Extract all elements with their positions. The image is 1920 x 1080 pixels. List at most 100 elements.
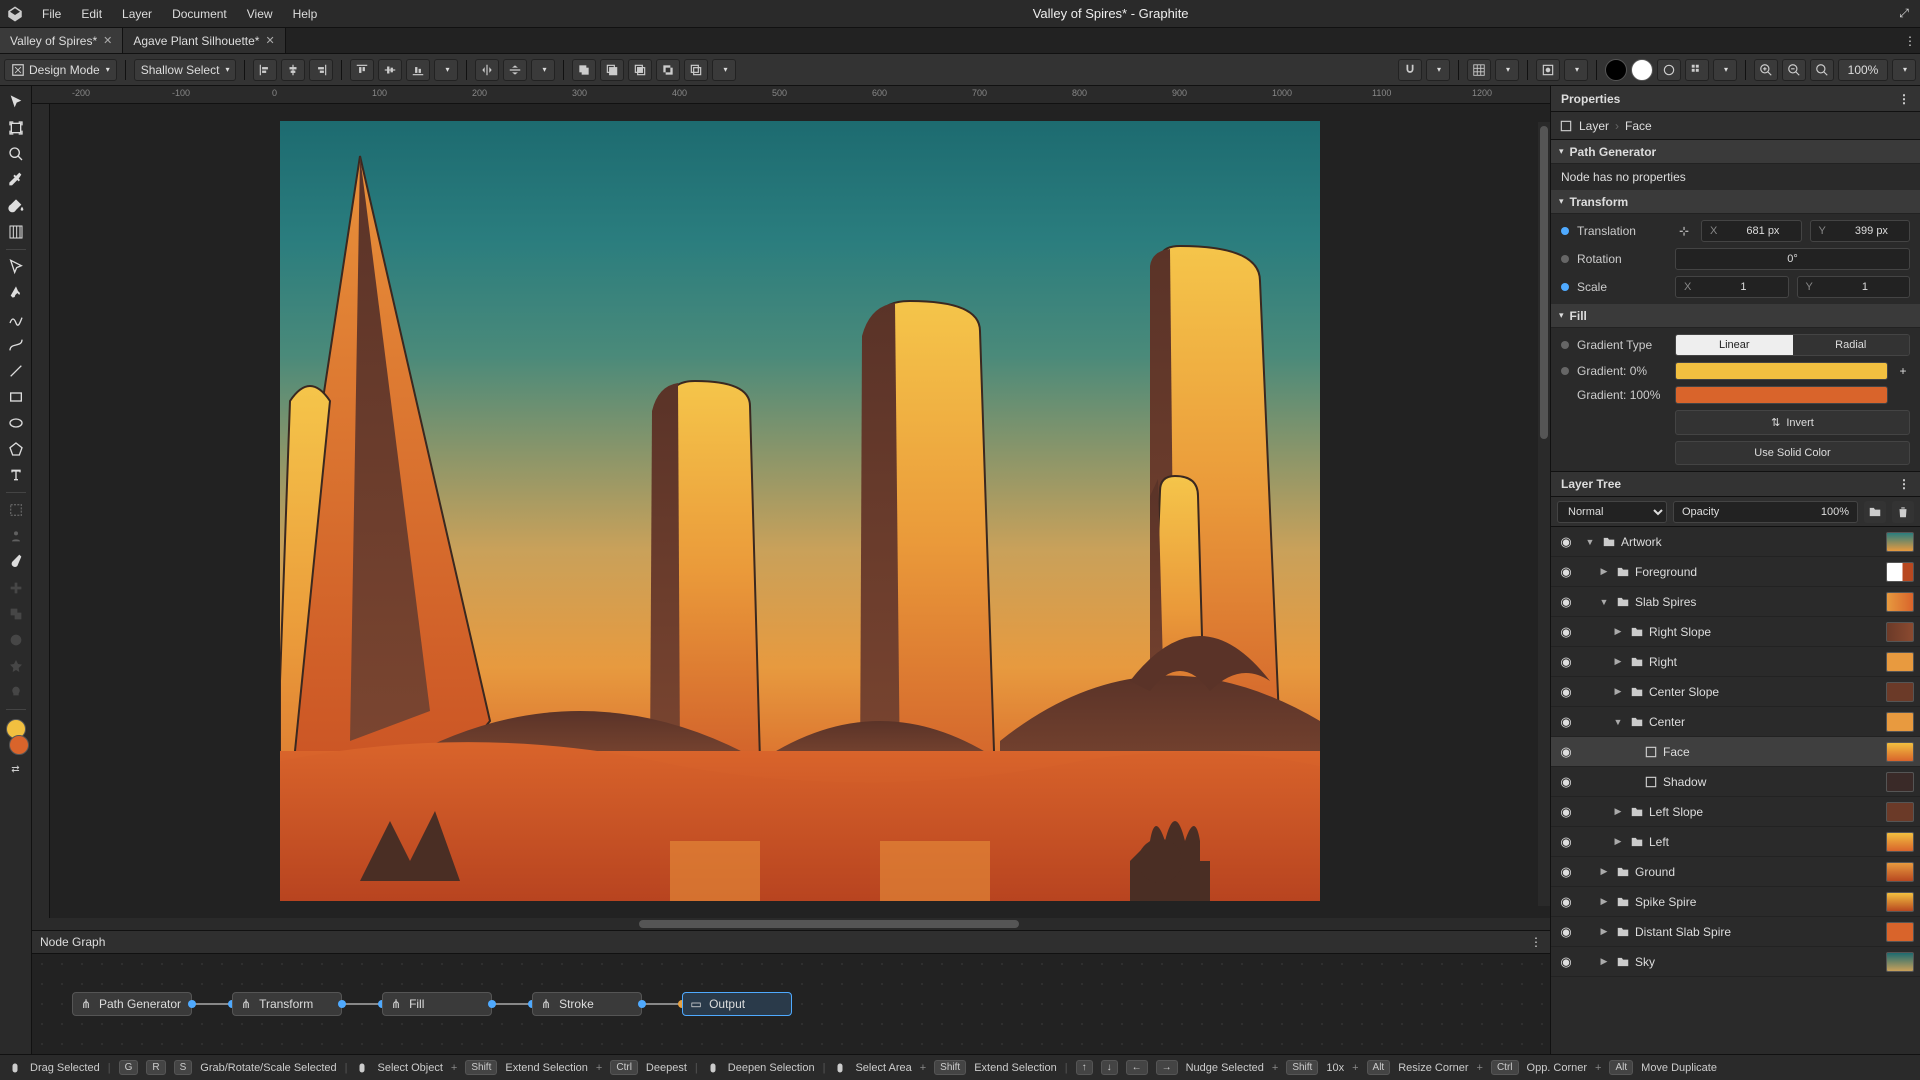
gradient-100-swatch[interactable] (1675, 386, 1888, 404)
visibility-icon[interactable]: ◉ (1557, 564, 1575, 580)
snapping-icon[interactable] (1398, 59, 1422, 81)
overlays-icon[interactable] (1536, 59, 1560, 81)
visibility-icon[interactable]: ◉ (1557, 594, 1575, 610)
layer-name[interactable]: Sky (1635, 955, 1878, 969)
visibility-icon[interactable]: ◉ (1557, 654, 1575, 670)
path-tool[interactable] (4, 255, 28, 279)
expand-icon[interactable]: ▶ (1611, 806, 1625, 817)
expand-icon[interactable]: ▶ (1611, 836, 1625, 847)
boolean-union-icon[interactable] (572, 59, 596, 81)
boolean-difference-icon[interactable] (656, 59, 680, 81)
align-bottom-icon[interactable] (406, 59, 430, 81)
node-transform[interactable]: ⋔Transform (232, 992, 342, 1016)
layer-name[interactable]: Center (1649, 715, 1878, 729)
image-tool[interactable] (4, 524, 28, 548)
breadcrumb-face[interactable]: Face (1625, 119, 1652, 133)
radial-option[interactable]: Radial (1793, 335, 1910, 355)
expand-icon[interactable]: ▶ (1611, 656, 1625, 667)
invert-button[interactable]: ⇅Invert (1675, 410, 1910, 435)
layer-row[interactable]: ◉▶Sky (1551, 947, 1920, 977)
vertical-scrollbar[interactable] (1538, 122, 1550, 906)
menu-layer[interactable]: Layer (112, 3, 162, 25)
select-mode-dropdown[interactable]: Shallow Select▾ (134, 59, 237, 81)
visibility-icon[interactable]: ◉ (1557, 804, 1575, 820)
layer-name[interactable]: Right (1649, 655, 1878, 669)
flip-horizontal-icon[interactable] (475, 59, 499, 81)
node-wire[interactable] (342, 1003, 382, 1005)
layer-row[interactable]: ◉▼Center (1551, 707, 1920, 737)
expand-icon[interactable]: ▼ (1611, 717, 1625, 727)
line-tool[interactable] (4, 359, 28, 383)
node-fill[interactable]: ⋔Fill (382, 992, 492, 1016)
rectangle-tool[interactable] (4, 385, 28, 409)
layer-row[interactable]: ◉▶Ground (1551, 857, 1920, 887)
detail-tool[interactable] (4, 654, 28, 678)
node-output[interactable]: ▭Output (682, 992, 792, 1016)
heal-tool[interactable] (4, 576, 28, 600)
zoom-reset-icon[interactable] (1810, 59, 1834, 81)
layer-name[interactable]: Ground (1635, 865, 1878, 879)
expand-icon[interactable]: ▶ (1597, 896, 1611, 907)
boolean-intersect-icon[interactable] (628, 59, 652, 81)
panel-more-icon[interactable]: ⋮ (1530, 935, 1542, 949)
node-path-generator[interactable]: ⋔Path Generator (72, 992, 192, 1016)
layer-row[interactable]: ◉Shadow (1551, 767, 1920, 797)
layer-name[interactable]: Right Slope (1649, 625, 1878, 639)
menu-help[interactable]: Help (283, 3, 328, 25)
property-dot[interactable] (1561, 227, 1569, 235)
rotation-field[interactable]: 0° (1675, 248, 1910, 270)
clone-tool[interactable] (4, 602, 28, 626)
layer-name[interactable]: Slab Spires (1635, 595, 1878, 609)
visibility-icon[interactable]: ◉ (1557, 924, 1575, 940)
scale-y-field[interactable]: Y1 (1797, 276, 1911, 298)
layer-name[interactable]: Spike Spire (1635, 895, 1878, 909)
menu-file[interactable]: File (32, 3, 71, 25)
close-tab-icon[interactable]: ✕ (265, 34, 274, 47)
brush-tool[interactable] (4, 550, 28, 574)
fill-tool[interactable] (4, 194, 28, 218)
layer-row[interactable]: ◉▶Left (1551, 827, 1920, 857)
node-stroke[interactable]: ⋔Stroke (532, 992, 642, 1016)
gradient-type-toggle[interactable]: Linear Radial (1675, 334, 1910, 356)
document-tab[interactable]: Valley of Spires*✕ (0, 28, 123, 53)
expand-icon[interactable]: ▶ (1611, 626, 1625, 637)
polygon-tool[interactable] (4, 437, 28, 461)
boolean-subtract-icon[interactable] (600, 59, 624, 81)
align-center-v-icon[interactable] (378, 59, 402, 81)
layer-name[interactable]: Artwork (1621, 535, 1878, 549)
freehand-tool[interactable] (4, 307, 28, 331)
gradient-0-swatch[interactable] (1675, 362, 1888, 380)
layer-row[interactable]: ◉ ▶ Left Slope (1551, 797, 1920, 827)
layer-row[interactable]: ◉▼Artwork (1551, 527, 1920, 557)
menu-document[interactable]: Document (162, 3, 237, 25)
secondary-color-swatch[interactable] (9, 735, 29, 755)
expand-icon[interactable]: ▼ (1583, 537, 1597, 547)
layer-row[interactable]: ◉ ▼ Slab Spires (1551, 587, 1920, 617)
align-center-h-icon[interactable] (281, 59, 305, 81)
expand-icon[interactable]: ▼ (1597, 597, 1611, 607)
property-dot[interactable] (1561, 255, 1569, 263)
zoom-out-icon[interactable] (1782, 59, 1806, 81)
horizontal-scrollbar[interactable] (32, 918, 1550, 930)
spline-tool[interactable] (4, 333, 28, 357)
translation-x-field[interactable]: X681 px (1701, 220, 1802, 242)
viewmode-outline-icon[interactable] (1657, 59, 1681, 81)
patch-tool[interactable] (4, 628, 28, 652)
layer-name[interactable]: Left (1649, 835, 1878, 849)
menu-edit[interactable]: Edit (71, 3, 112, 25)
viewmode-solid-icon[interactable] (1605, 59, 1627, 81)
visibility-icon[interactable]: ◉ (1557, 774, 1575, 790)
layer-name[interactable]: Distant Slab Spire (1635, 925, 1878, 939)
boolean-more-dropdown[interactable]: ▾ (712, 59, 736, 81)
frame-tool[interactable] (4, 498, 28, 522)
layer-row[interactable]: ◉Face (1551, 737, 1920, 767)
tabs-more-icon[interactable]: ⋮ (1900, 28, 1920, 53)
property-dot[interactable] (1561, 283, 1569, 291)
layer-row[interactable]: ◉ ▶ Right (1551, 647, 1920, 677)
layer-name[interactable]: Left Slope (1649, 805, 1878, 819)
node-wire[interactable] (642, 1003, 682, 1005)
swap-colors-icon[interactable]: ⇄ (4, 757, 28, 781)
design-mode-dropdown[interactable]: Design Mode▾ (4, 59, 117, 81)
new-folder-icon[interactable] (1864, 501, 1886, 523)
flip-vertical-icon[interactable] (503, 59, 527, 81)
